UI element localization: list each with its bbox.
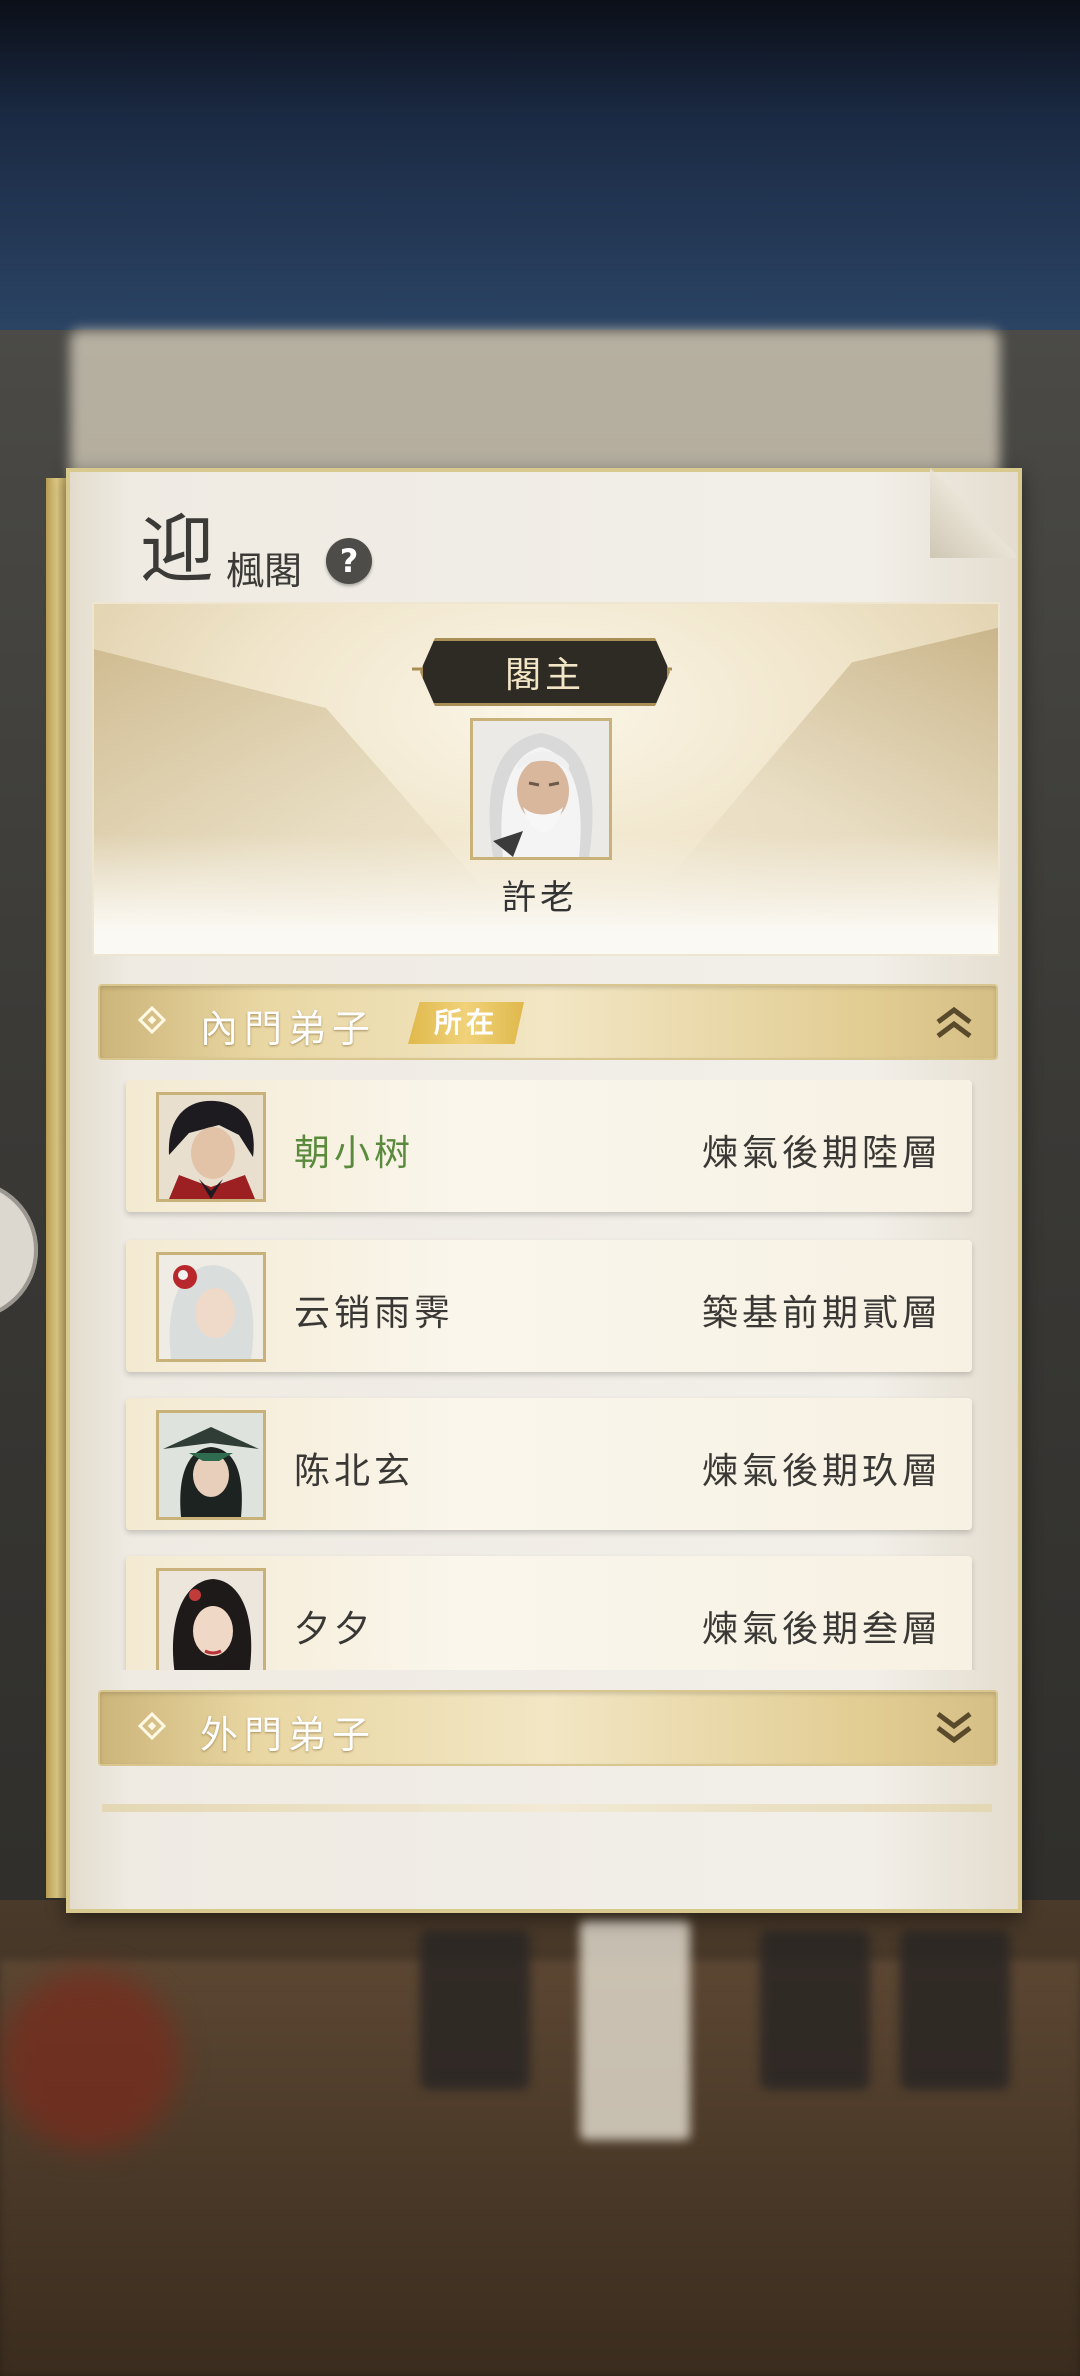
sect-name: 楓閣 [226,549,303,593]
member-rank: 煉氣後期叁層 [701,1609,942,1650]
section-outer-disciples[interactable]: 外門弟子 [98,1690,998,1766]
background-tablet [420,1930,530,2090]
section-inner-disciples[interactable]: 內門弟子 所在 [98,984,998,1060]
member-row[interactable]: 陈北玄 煉氣後期玖層 [126,1398,972,1530]
member-avatar[interactable] [156,1252,266,1362]
background-scroll [580,1920,690,2140]
section-label: 內門弟子 [200,1007,377,1051]
swordsman-portrait-icon [159,1095,263,1199]
member-rank: 煉氣後期玖層 [701,1451,942,1492]
leader-title-plate: 閣主 [420,638,670,706]
sect-logo-char: 迎 [140,507,214,593]
chevron-down-double-icon[interactable] [934,1710,974,1746]
page-curl [930,468,1016,558]
help-button[interactable]: ? [326,538,372,584]
elder-portrait-icon [473,721,609,857]
member-avatar[interactable] [156,1410,266,1520]
panel-spine [46,478,68,1898]
member-name: 陈北玄 [294,1451,415,1492]
member-name: 云销雨霁 [294,1293,455,1334]
section-label: 外門弟子 [200,1713,377,1757]
chevron-up-double-icon[interactable] [934,1004,974,1040]
background-tablet [900,1930,1010,2090]
diamond-bullet-icon [137,1711,167,1741]
diamond-bullet-icon [137,1005,167,1035]
background-tablet [760,1930,870,2090]
member-rank: 築基前期貳層 [701,1293,942,1334]
background-plant [0,1970,180,2150]
member-row[interactable]: 云销雨霁 築基前期貳層 [126,1240,972,1372]
member-rank: 煉氣後期陸層 [701,1133,942,1174]
leader-name: 許老 [502,878,578,918]
member-name: 朝小树 [294,1133,415,1174]
lady-portrait-icon [159,1571,263,1670]
current-location-tag: 所在 [408,1002,525,1044]
panel-divider [102,1804,992,1812]
hat-swordswoman-portrait-icon [159,1413,263,1517]
leader-avatar[interactable] [470,718,612,860]
leader-title: 閣主 [504,655,585,696]
member-row[interactable]: 夕夕 煉氣後期叁層 [126,1556,972,1670]
maiden-portrait-icon [159,1255,263,1359]
member-row[interactable]: 朝小树 煉氣後期陸層 [126,1080,972,1212]
member-avatar[interactable] [156,1092,266,1202]
member-name: 夕夕 [294,1609,375,1650]
member-avatar[interactable] [156,1568,266,1670]
member-list[interactable]: 朝小树 煉氣後期陸層 云销雨霁 築基前期貳層 陈北玄 煉氣後期玖層 夕夕 煉氣後… [120,1080,980,1670]
